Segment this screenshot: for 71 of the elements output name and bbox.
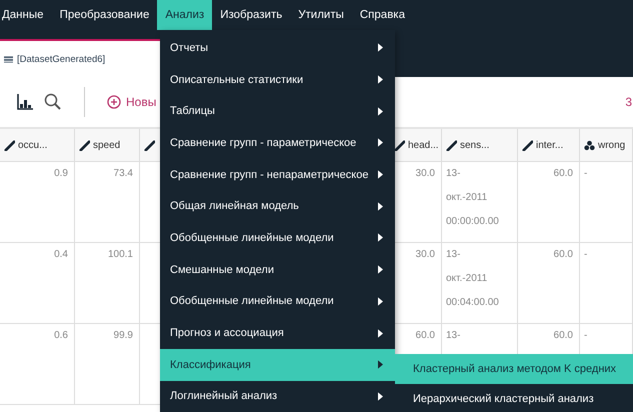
table-cell: 100.1 (108, 249, 133, 260)
submenu-arrow-icon (378, 202, 383, 211)
dataset-tab[interactable]: [DatasetGenerated6] (0, 39, 160, 77)
menu-item[interactable]: Классификация (160, 348, 395, 381)
table-cell: 0.6 (54, 330, 68, 341)
table-cell: 30.0 (416, 168, 435, 179)
column-header[interactable]: speed (75, 129, 140, 161)
table-cell-text: окт.-2011 (446, 191, 488, 205)
table-cell: 60.0 (554, 330, 573, 341)
submenu-arrow-icon (378, 43, 383, 52)
submenu-arrow-icon (378, 233, 383, 242)
table-icon (4, 56, 13, 62)
menu-bar-item[interactable]: Справка (352, 0, 413, 30)
submenu-arrow-icon (378, 328, 383, 338)
menu-item[interactable]: Логлинейный анализ (160, 380, 395, 412)
table-cell: 60.0 (554, 168, 573, 179)
column-header[interactable]: inter... (518, 129, 580, 161)
menu-item[interactable]: Сравнение групп - непараметрическое (160, 158, 395, 190)
table-cell: 0.4 (54, 249, 68, 260)
table-cell-text: 13- (446, 167, 460, 181)
menu-item[interactable]: Общая линейная модель (160, 190, 395, 222)
menu-item[interactable]: Смешанные модели (160, 254, 395, 286)
column-header[interactable]: sens... (442, 129, 518, 161)
table-cell: 30.0 (416, 249, 435, 260)
submenu-arrow-icon (378, 296, 383, 306)
search-icon[interactable] (44, 93, 62, 111)
ruler-icon (4, 140, 15, 150)
menu-item[interactable]: Прогноз и ассоциация (160, 317, 395, 349)
table-cell: 99.9 (114, 330, 133, 341)
table-cell: 60.0 (416, 330, 435, 341)
menu-bar-item[interactable]: Изобразить (212, 0, 290, 30)
table-cell: 60.0 (554, 249, 573, 260)
menu-item[interactable]: Обобщенные линейные модели (160, 222, 395, 254)
table-cell: 0.9 (54, 168, 68, 179)
menu-item[interactable]: Таблицы (160, 95, 395, 128)
menu-item[interactable]: Кластерный анализ методом K средних (395, 354, 633, 384)
submenu-arrow-icon (378, 170, 383, 180)
menu-bar-item[interactable]: Преобразование (52, 0, 158, 30)
menu-item[interactable]: Описательные статистики (160, 64, 395, 96)
ruler-icon (144, 140, 155, 150)
new-button[interactable]: Новы (107, 95, 156, 109)
table-cell-text: 13- (446, 248, 460, 262)
table-cell-text: 00:04:00.00 (446, 296, 499, 310)
ruler-icon (446, 140, 457, 150)
bar-chart-icon[interactable] (16, 93, 34, 111)
column-header[interactable]: occu... (0, 129, 75, 161)
submenu-arrow-icon (378, 106, 383, 116)
menu-item[interactable]: Иерархический кластерный анализ (395, 384, 633, 412)
table-cell: - (584, 168, 588, 179)
submenu-arrow-icon (378, 392, 383, 401)
table-cell: - (584, 330, 588, 341)
table-cell: - (584, 249, 588, 260)
circles-icon (584, 140, 595, 150)
count-label: 3 (625, 95, 632, 109)
table-cell: 73.4 (114, 168, 133, 179)
menu-bar-item[interactable]: Данные (0, 0, 52, 30)
menu-item[interactable]: Отчеты (160, 32, 395, 64)
submenu-arrow-icon (378, 138, 383, 148)
ruler-icon (522, 140, 533, 150)
table-cell-text: окт.-2011 (446, 272, 488, 286)
ruler-icon (79, 140, 90, 150)
menu-bar-item[interactable]: Утилиты (290, 0, 352, 30)
plus-circle-icon (107, 95, 121, 109)
table-cell-text: 00:00:00.00 (446, 215, 499, 229)
menu-bar-item[interactable]: Анализ (157, 0, 212, 30)
table-cell-text: 13- (446, 329, 460, 343)
submenu-arrow-icon (378, 360, 383, 370)
submenu-arrow-icon (378, 75, 383, 84)
column-header[interactable]: wrong (580, 129, 633, 161)
menu-item[interactable]: Обобщенные линейные модели (160, 286, 395, 318)
submenu-arrow-icon (378, 265, 383, 274)
